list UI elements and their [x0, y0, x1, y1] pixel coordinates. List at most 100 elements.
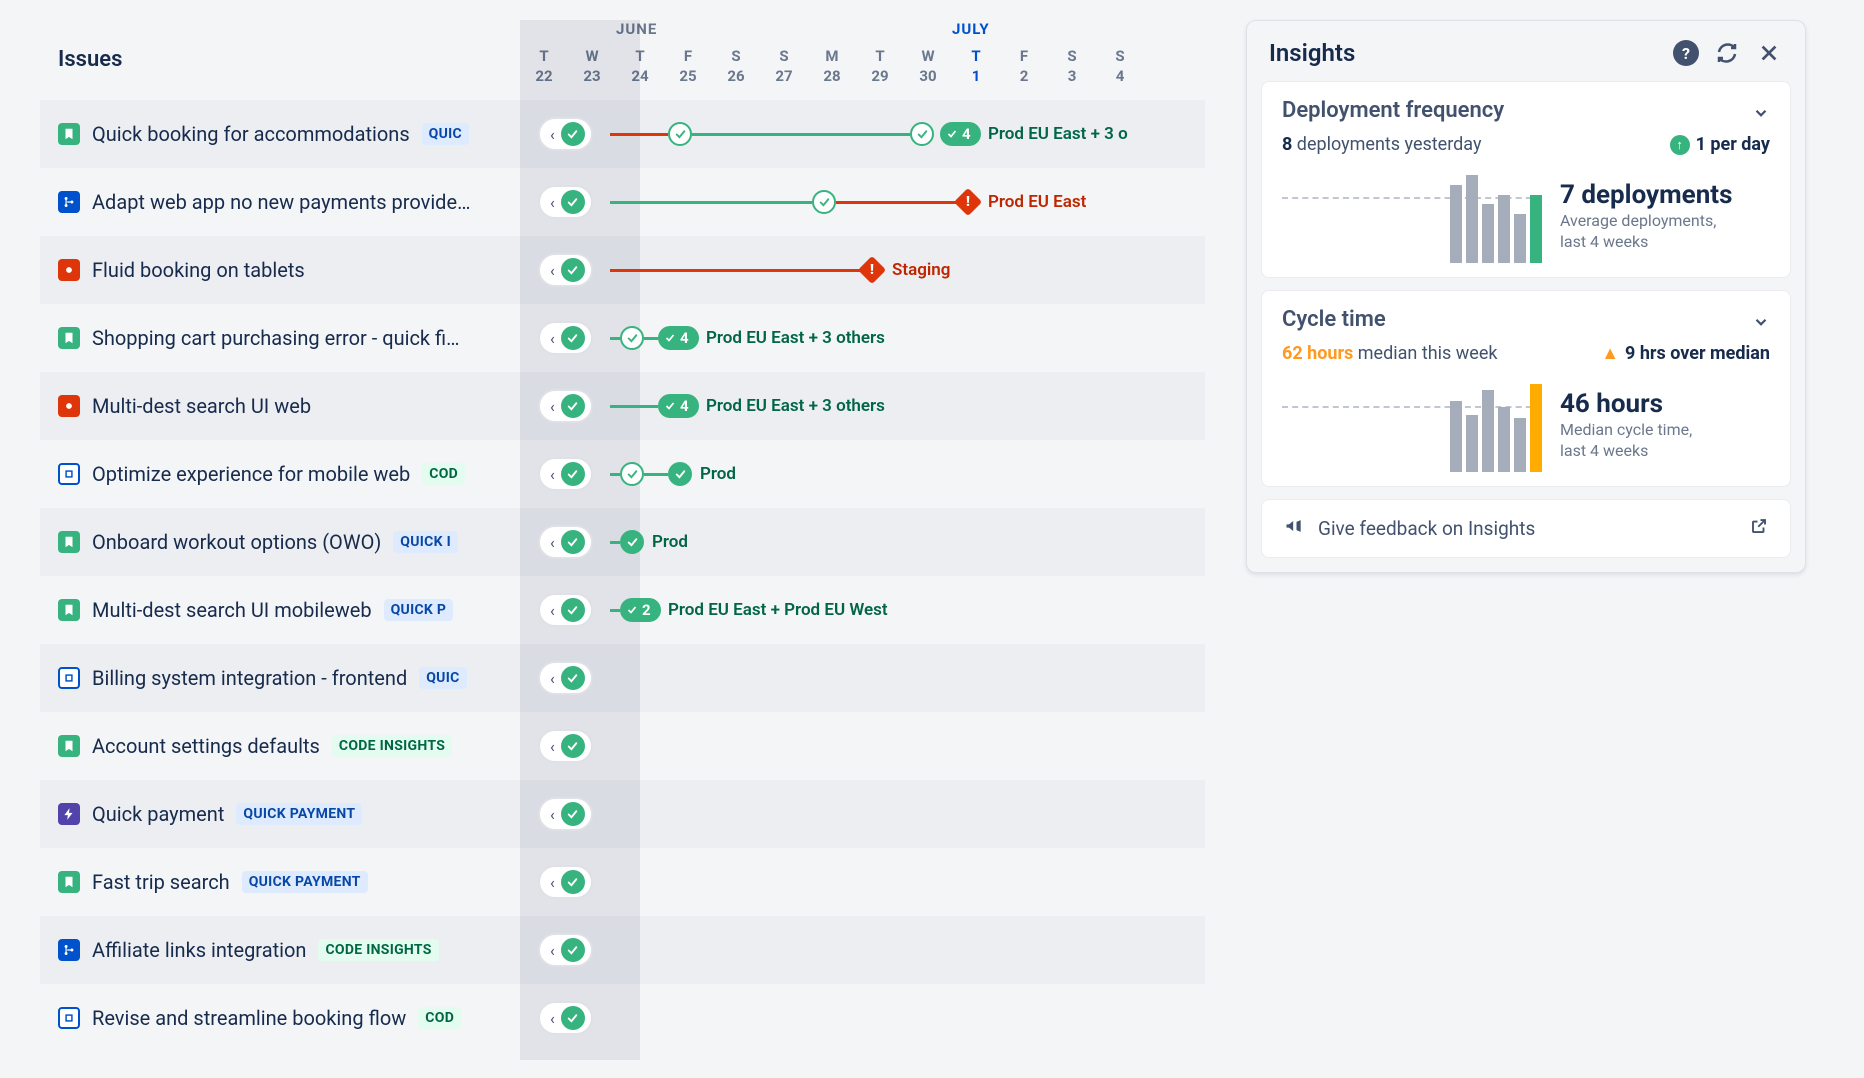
cycle-time-card: Cycle time 62 hours median this week ▲ 9… — [1261, 290, 1791, 487]
chart-bar — [1466, 175, 1478, 263]
expand-pill[interactable]: ‹ — [538, 933, 593, 967]
expand-pill[interactable]: ‹ — [538, 389, 593, 423]
issue-row[interactable]: Quick booking for accommodations QUIC ‹ 4 Pr… — [40, 100, 1205, 168]
check-icon — [561, 122, 585, 146]
check-icon — [561, 190, 585, 214]
issue-title[interactable]: Fast trip search — [92, 870, 230, 894]
expand-pill[interactable]: ‹ — [538, 525, 593, 559]
issue-title[interactable]: Affiliate links integration — [92, 938, 306, 962]
environment-label[interactable]: Staging — [892, 260, 950, 280]
epic-lozenge[interactable]: CODE INSIGHTS — [318, 939, 438, 961]
issue-row[interactable]: Billing system integration - frontend QUI… — [40, 644, 1205, 712]
give-feedback-button[interactable]: Give feedback on Insights — [1261, 499, 1791, 558]
chevron-left-icon: ‹ — [550, 737, 555, 756]
issues-column-header: Issues — [40, 20, 520, 99]
deployment-node[interactable] — [620, 326, 644, 350]
timeline-segment — [836, 201, 958, 204]
environment-label[interactable]: Prod EU East — [988, 192, 1086, 212]
check-icon — [668, 122, 692, 146]
timeline-cell: ‹ 4 Prod EU East + 3 o — [520, 100, 1205, 168]
deployment-count-pill[interactable]: 4 — [658, 394, 699, 418]
issue-title[interactable]: Quick booking for accommodations — [92, 122, 410, 146]
issue-row[interactable]: Multi-dest search UI mobileweb QUICK P ‹ 2P… — [40, 576, 1205, 644]
chart-bar — [1530, 195, 1542, 263]
environment-label[interactable]: Prod EU East + Prod EU West — [668, 600, 888, 620]
day-cell: T29 — [856, 46, 904, 87]
expand-pill[interactable]: ‹ — [538, 797, 593, 831]
issue-title[interactable]: Shopping cart purchasing error - quick f… — [92, 326, 460, 350]
epic-lozenge[interactable]: QUICK PAYMENT — [236, 803, 362, 825]
issue-title[interactable]: Billing system integration - frontend — [92, 666, 407, 690]
issue-row[interactable]: Fast trip search QUICK PAYMENT ‹ — [40, 848, 1205, 916]
epic-lozenge[interactable]: QUIC — [422, 123, 469, 145]
issue-row[interactable]: Account settings defaults CODE INSIGHTS ‹ — [40, 712, 1205, 780]
issue-title[interactable]: Revise and streamline booking flow — [92, 1006, 406, 1030]
issue-title[interactable]: Adapt web app no new payments provide… — [92, 190, 470, 214]
chevron-left-icon: ‹ — [550, 397, 555, 416]
chevron-down-icon[interactable] — [1752, 313, 1770, 335]
issue-title[interactable]: Optimize experience for mobile web — [92, 462, 410, 486]
expand-pill[interactable]: ‹ — [538, 1001, 593, 1035]
issue-row[interactable]: Fluid booking on tablets ‹! Staging — [40, 236, 1205, 304]
deployment-node[interactable] — [910, 122, 934, 146]
issue-title[interactable]: Account settings defaults — [92, 734, 320, 758]
deployment-node[interactable] — [620, 530, 644, 554]
issue-title[interactable]: Quick payment — [92, 802, 224, 826]
environment-label[interactable]: Prod EU East + 3 others — [706, 328, 885, 348]
issue-row[interactable]: Quick payment QUICK PAYMENT ‹ — [40, 780, 1205, 848]
issue-title[interactable]: Multi-dest search UI mobileweb — [92, 598, 372, 622]
square-icon — [58, 463, 80, 485]
issue-row[interactable]: Multi-dest search UI web ‹ 4 Prod EU East +… — [40, 372, 1205, 440]
expand-pill[interactable]: ‹ — [538, 593, 593, 627]
timeline-segment — [610, 133, 668, 136]
issue-title[interactable]: Fluid booking on tablets — [92, 258, 305, 282]
expand-pill[interactable]: ‹ — [538, 661, 593, 695]
epic-lozenge[interactable]: QUICK I — [393, 531, 458, 553]
failed-deployment-node[interactable]: ! — [958, 192, 978, 212]
environment-label[interactable]: Prod EU East + 3 o — [988, 124, 1128, 144]
day-cell: W23 — [568, 46, 616, 87]
epic-lozenge[interactable]: CODE INSIGHTS — [332, 735, 452, 757]
environment-label[interactable]: Prod — [700, 464, 736, 484]
chevron-down-icon[interactable] — [1752, 104, 1770, 126]
issue-row[interactable]: Adapt web app no new payments provide… ‹!… — [40, 168, 1205, 236]
epic-lozenge[interactable]: QUIC — [419, 667, 466, 689]
deployment-node[interactable] — [620, 462, 644, 486]
issue-title[interactable]: Multi-dest search UI web — [92, 394, 311, 418]
close-icon[interactable] — [1755, 39, 1783, 67]
epic-lozenge[interactable]: COD — [422, 463, 465, 485]
expand-pill[interactable]: ‹ — [538, 117, 593, 151]
deployment-count-pill[interactable]: 4 — [940, 122, 981, 146]
timeline-cell: ‹ 4 Prod EU East + 3 others — [520, 304, 1205, 372]
expand-pill[interactable]: ‹ — [538, 185, 593, 219]
expand-pill[interactable]: ‹ — [538, 865, 593, 899]
epic-lozenge[interactable]: QUICK PAYMENT — [242, 871, 368, 893]
issue-title[interactable]: Onboard workout options (OWO) — [92, 530, 381, 554]
timeline-cell: ‹ — [520, 644, 1205, 712]
deployment-node[interactable] — [812, 190, 836, 214]
issue-row[interactable]: Optimize experience for mobile web COD ‹ Pr… — [40, 440, 1205, 508]
check-icon — [812, 190, 836, 214]
help-icon[interactable]: ? — [1673, 40, 1699, 66]
epic-lozenge[interactable]: QUICK P — [384, 599, 454, 621]
chart-bar — [1514, 214, 1526, 263]
issue-row[interactable]: Shopping cart purchasing error - quick f… — [40, 304, 1205, 372]
chevron-left-icon: ‹ — [550, 805, 555, 824]
deployment-node[interactable] — [668, 122, 692, 146]
deployment-count-pill[interactable]: 2 — [620, 598, 661, 622]
environment-label[interactable]: Prod — [652, 532, 688, 552]
deployment-count-pill[interactable]: 4 — [658, 326, 699, 350]
expand-pill[interactable]: ‹ — [538, 321, 593, 355]
expand-pill[interactable]: ‹ — [538, 253, 593, 287]
chevron-left-icon: ‹ — [550, 533, 555, 552]
issue-row[interactable]: Affiliate links integration CODE INSIGHTS… — [40, 916, 1205, 984]
issue-row[interactable]: Onboard workout options (OWO) QUICK I ‹ Pro… — [40, 508, 1205, 576]
expand-pill[interactable]: ‹ — [538, 729, 593, 763]
expand-pill[interactable]: ‹ — [538, 457, 593, 491]
deployment-node[interactable] — [668, 462, 692, 486]
failed-deployment-node[interactable]: ! — [862, 260, 882, 280]
environment-label[interactable]: Prod EU East + 3 others — [706, 396, 885, 416]
refresh-icon[interactable] — [1713, 39, 1741, 67]
issue-row[interactable]: Revise and streamline booking flow COD ‹ — [40, 984, 1205, 1052]
epic-lozenge[interactable]: COD — [418, 1007, 461, 1029]
